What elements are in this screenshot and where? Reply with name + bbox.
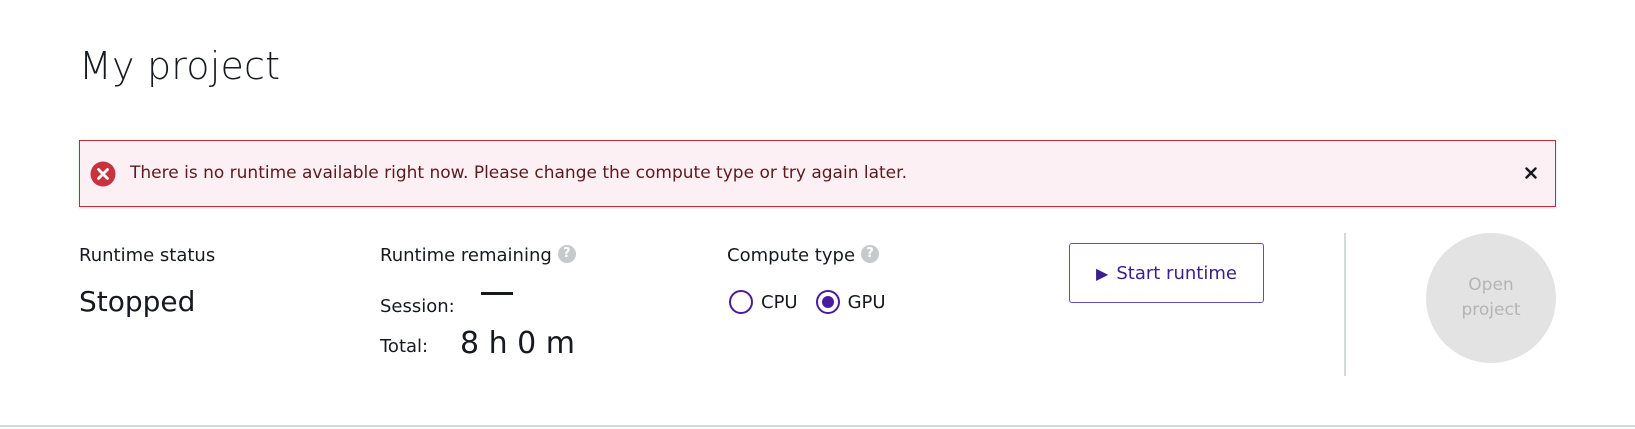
radio-gpu[interactable]: GPU [815, 290, 886, 314]
session-label: Session: [380, 296, 455, 317]
compute-type-label: Compute type [727, 245, 856, 266]
runtime-status-value: Stopped [79, 285, 196, 318]
radio-cpu-circle[interactable] [729, 290, 753, 314]
radio-gpu-circle[interactable] [815, 290, 840, 314]
page-title: My project [79, 44, 281, 88]
help-circle-icon[interactable]: ? [861, 245, 880, 263]
start-runtime-label: Start runtime [1116, 262, 1237, 284]
radio-gpu-label: GPU [847, 291, 886, 313]
runtime-remaining-label: Runtime remaining [380, 245, 552, 266]
open-project-label-line1: Open [1468, 275, 1514, 295]
compute-type-radio-group: CPU GPU [729, 290, 904, 314]
session-value: — [481, 292, 513, 295]
start-runtime-button[interactable]: ▶ Start runtime [1069, 243, 1264, 303]
bottom-divider [0, 425, 1635, 427]
help-circle-icon[interactable]: ? [557, 245, 576, 263]
total-label: Total: [380, 336, 429, 357]
open-project-label-line2: project [1461, 300, 1521, 320]
open-project-button[interactable]: Open project [1426, 233, 1556, 363]
radio-cpu[interactable]: CPU [729, 290, 798, 314]
close-icon [1525, 167, 1537, 179]
close-alert-button[interactable] [1519, 161, 1543, 185]
vertical-divider [1344, 233, 1346, 376]
error-alert: There is no runtime available right now.… [79, 140, 1556, 207]
project-page: My project There is no runtime available… [0, 0, 1635, 429]
radio-cpu-label: CPU [761, 291, 798, 313]
play-icon: ▶ [1096, 263, 1109, 283]
alert-message: There is no runtime available right now.… [130, 163, 907, 183]
runtime-status-label: Runtime status [79, 245, 216, 266]
compute-type-heading: Compute type? [727, 245, 880, 266]
runtime-remaining-heading: Runtime remaining? [380, 245, 576, 266]
total-value: 8 h 0 m [460, 326, 576, 361]
error-circle-x-icon [90, 161, 116, 187]
